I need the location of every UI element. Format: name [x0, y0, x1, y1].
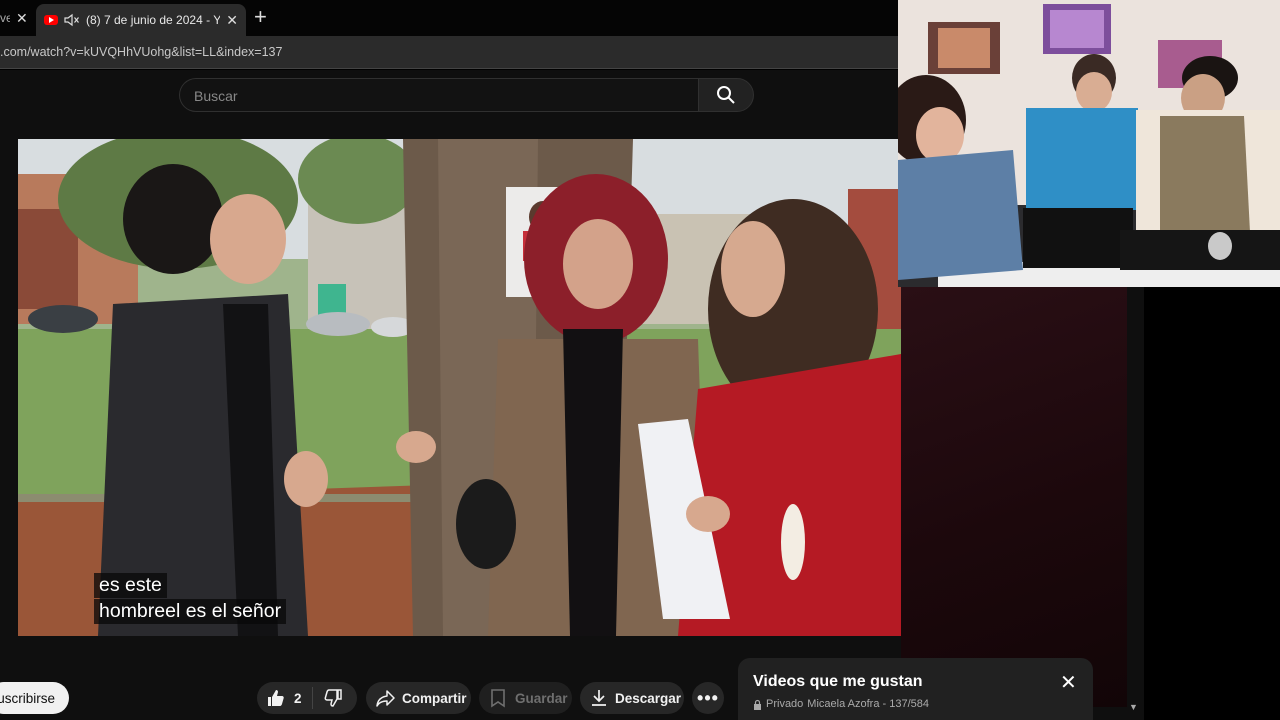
thumbs-down-icon[interactable]: [323, 688, 343, 708]
video-player[interactable]: es este hombreel es el señor: [18, 139, 901, 636]
subtitle-line-2: hombreel es el señor: [94, 599, 287, 624]
background-area: [1144, 287, 1280, 720]
tab-title: (8) 7 de junio de 2024 - YouTube: [86, 13, 221, 27]
divider: [311, 687, 313, 709]
address-bar[interactable]: .com/watch?v=kUVQHhVUohg&list=LL&index=1…: [0, 36, 898, 69]
like-dislike-group: 2: [257, 682, 357, 714]
chevron-down-icon[interactable]: ▼: [1129, 702, 1138, 712]
webcam-overlay: [898, 0, 1280, 287]
subscribe-label: uscribirse: [0, 690, 55, 706]
lock-icon: [754, 699, 761, 710]
search-icon: [717, 86, 735, 104]
playlist-panel: Videos que me gustan Privado Micaela Azo…: [738, 658, 1093, 720]
close-icon[interactable]: ✕: [226, 12, 238, 29]
search-input[interactable]: Buscar: [179, 78, 699, 112]
download-icon: [589, 688, 609, 708]
subtitle-line-1: es este: [94, 573, 167, 598]
close-icon[interactable]: ✕: [16, 10, 28, 27]
url-text[interactable]: .com/watch?v=kUVQHhVUohg&list=LL&index=1…: [0, 45, 282, 59]
youtube-favicon-icon: [44, 15, 58, 25]
bookmark-icon: [489, 688, 507, 708]
more-button[interactable]: •••: [692, 682, 724, 714]
search-button[interactable]: [698, 78, 754, 112]
browser-tab-bar: ve ✕ (8) 7 de junio de 2024 - YouTube ✕ …: [0, 0, 898, 36]
playlist-meta: Privado Micaela Azofra - 137/584: [753, 698, 929, 710]
side-panel-overlay: [901, 287, 1127, 707]
more-icon: •••: [697, 688, 719, 708]
scrollbar[interactable]: [1127, 287, 1144, 720]
playlist-privacy: Privado: [766, 698, 804, 710]
share-button[interactable]: Compartir: [366, 682, 471, 714]
download-label: Descargar: [615, 690, 682, 706]
playlist-owner-position[interactable]: Micaela Azofra - 137/584: [807, 698, 929, 710]
close-icon[interactable]: ✕: [1060, 670, 1077, 695]
webcam-frame: [898, 0, 1280, 287]
playlist-title[interactable]: Videos que me gustan: [753, 673, 923, 691]
save-button[interactable]: Guardar: [479, 682, 572, 714]
thumbs-up-icon[interactable]: [266, 688, 286, 708]
share-icon: [376, 688, 396, 708]
search-placeholder: Buscar: [194, 88, 238, 104]
video-frame: [18, 139, 901, 636]
like-count: 2: [294, 690, 302, 706]
save-label: Guardar: [515, 690, 568, 706]
tab-active[interactable]: (8) 7 de junio de 2024 - YouTube ✕: [36, 4, 246, 36]
speaker-icon[interactable]: [64, 13, 80, 27]
tab-previous[interactable]: ve ✕: [0, 5, 33, 31]
tab-previous-title: ve: [0, 11, 10, 25]
share-label: Compartir: [402, 690, 467, 706]
subscribe-button[interactable]: uscribirse: [0, 682, 69, 714]
plus-icon[interactable]: +: [254, 6, 267, 28]
download-button[interactable]: Descargar: [580, 682, 684, 714]
